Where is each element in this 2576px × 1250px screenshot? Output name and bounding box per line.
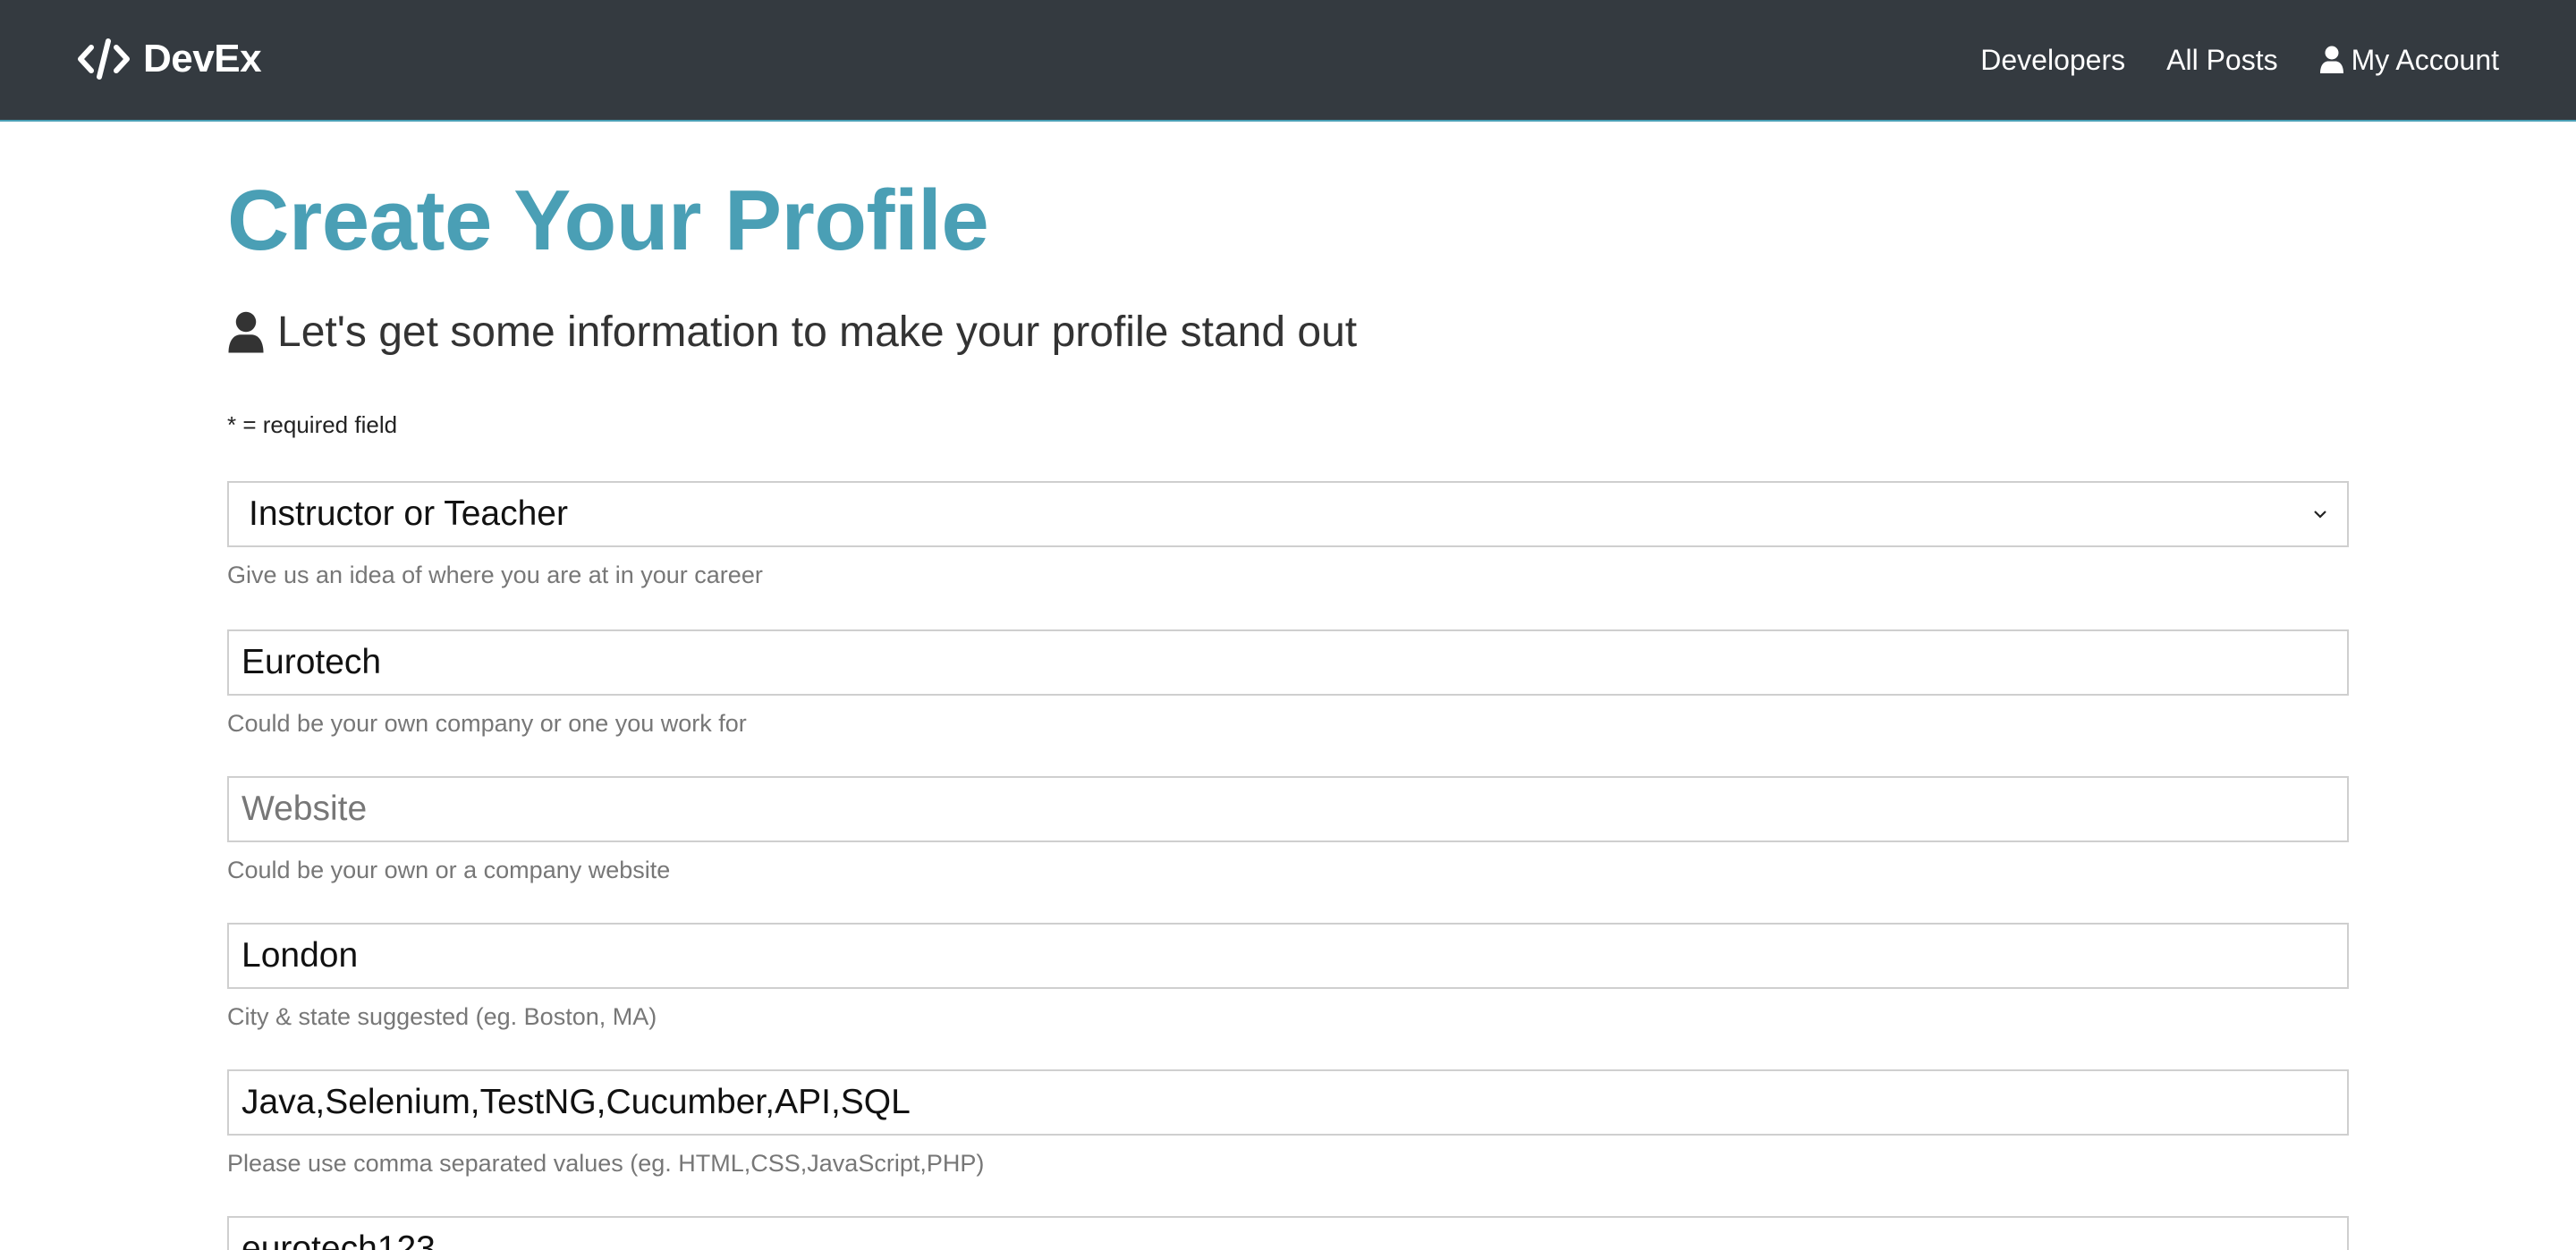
skills-help: Please use comma separated values (eg. H… — [227, 1150, 985, 1177]
skills-group: Please use comma separated values (eg. H… — [227, 1069, 2349, 1178]
status-group: Instructor or Teacher Give us an idea of… — [227, 481, 2349, 589]
page-lead-text: Let's get some information to make your … — [277, 308, 1358, 356]
location-help: City & state suggested (eg. Boston, MA) — [227, 1003, 657, 1030]
company-input[interactable] — [227, 629, 2349, 696]
required-field-note: * = required field — [227, 411, 398, 438]
website-group: Could be your own or a company website — [227, 776, 2349, 884]
status-selected-value: Instructor or Teacher — [249, 494, 568, 533]
skills-input[interactable] — [227, 1069, 2349, 1136]
location-group: City & state suggested (eg. Boston, MA) — [227, 923, 2349, 1031]
user-icon — [2319, 46, 2343, 73]
website-help: Could be your own or a company website — [227, 857, 671, 883]
company-help: Could be your own company or one you wor… — [227, 710, 747, 737]
nav-link-my-account[interactable]: My Account — [2319, 44, 2499, 77]
company-group: Could be your own company or one you wor… — [227, 629, 2349, 738]
github-username-input[interactable] — [227, 1216, 2349, 1250]
nav-links: Developers All Posts My Account — [1939, 38, 2499, 82]
nav-link-label: My Account — [2351, 43, 2499, 76]
github-group — [227, 1216, 2349, 1250]
chevron-down-icon — [2314, 511, 2326, 519]
navbar: DevEx Developers All Posts My Account — [0, 0, 2576, 122]
location-input[interactable] — [227, 923, 2349, 989]
nav-link-developers[interactable]: Developers — [1980, 44, 2125, 77]
brand-name: DevEx — [143, 37, 262, 80]
brand-link[interactable]: DevEx — [77, 32, 262, 86]
nav-link-all-posts[interactable]: All Posts — [2166, 44, 2277, 77]
nav-link-label: All Posts — [2166, 43, 2278, 76]
website-input[interactable] — [227, 776, 2349, 842]
user-icon — [228, 311, 264, 352]
nav-link-label: Developers — [1980, 43, 2126, 76]
page-title: Create Your Profile — [227, 173, 989, 268]
code-icon — [78, 38, 130, 80]
page-lead: Let's get some information to make your … — [227, 308, 1357, 357]
status-help: Give us an idea of where you are at in y… — [227, 562, 763, 588]
status-select[interactable]: Instructor or Teacher — [227, 481, 2349, 547]
